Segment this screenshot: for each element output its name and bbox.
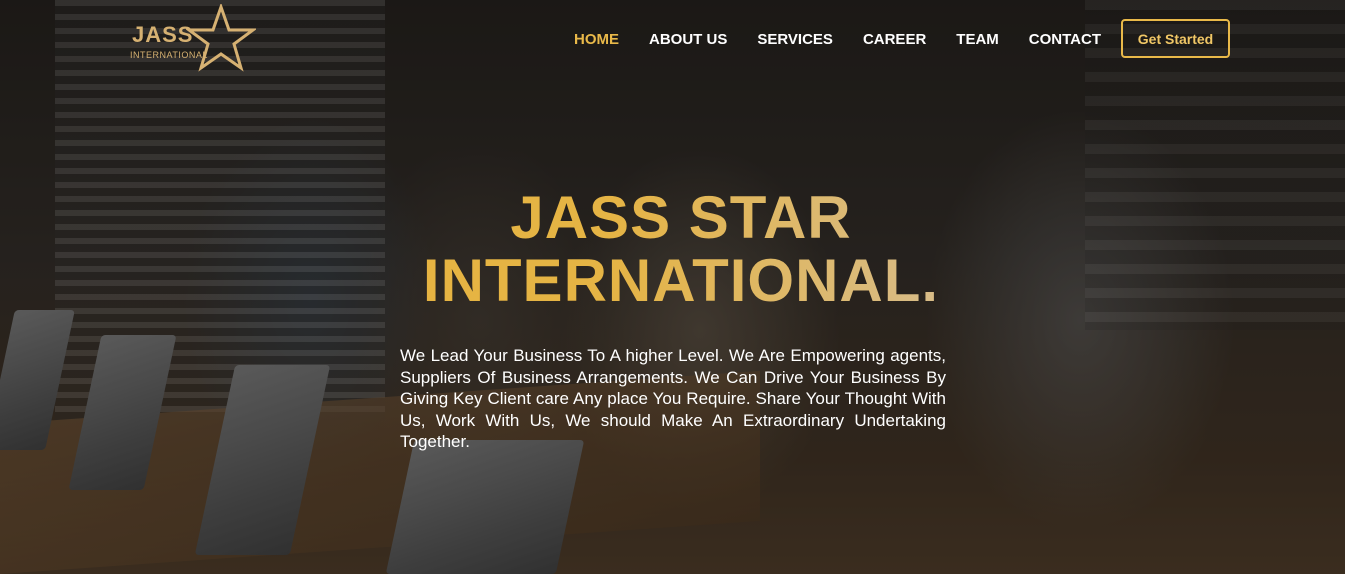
nav-services[interactable]: SERVICES bbox=[757, 31, 833, 48]
main-menu: HOME ABOUT US SERVICES CAREER TEAM CONTA… bbox=[574, 31, 1131, 48]
nav-career[interactable]: CAREER bbox=[863, 31, 926, 48]
hero-section: JASS INTERNATIONAL HOME ABOUT US SERVICE… bbox=[0, 0, 1345, 574]
logo-wordmark: JASS bbox=[132, 22, 194, 47]
nav-contact[interactable]: CONTACT bbox=[1029, 31, 1101, 48]
hero-title: JASS STAR INTERNATIONAL. bbox=[0, 186, 1345, 312]
nav-team[interactable]: TEAM bbox=[956, 31, 999, 48]
top-navigation: JASS INTERNATIONAL HOME ABOUT US SERVICE… bbox=[0, 0, 1345, 80]
star-icon bbox=[186, 4, 256, 72]
get-started-button[interactable]: Get Started bbox=[1121, 19, 1230, 58]
hero-description: We Lead Your Business To A higher Level.… bbox=[400, 346, 946, 452]
nav-home[interactable]: HOME bbox=[574, 31, 619, 48]
hero-title-line1: JASS STAR bbox=[510, 184, 852, 251]
nav-about-us[interactable]: ABOUT US bbox=[649, 31, 727, 48]
hero-title-line2: INTERNATIONAL. bbox=[422, 247, 940, 314]
brand-logo[interactable]: JASS INTERNATIONAL bbox=[128, 4, 258, 74]
